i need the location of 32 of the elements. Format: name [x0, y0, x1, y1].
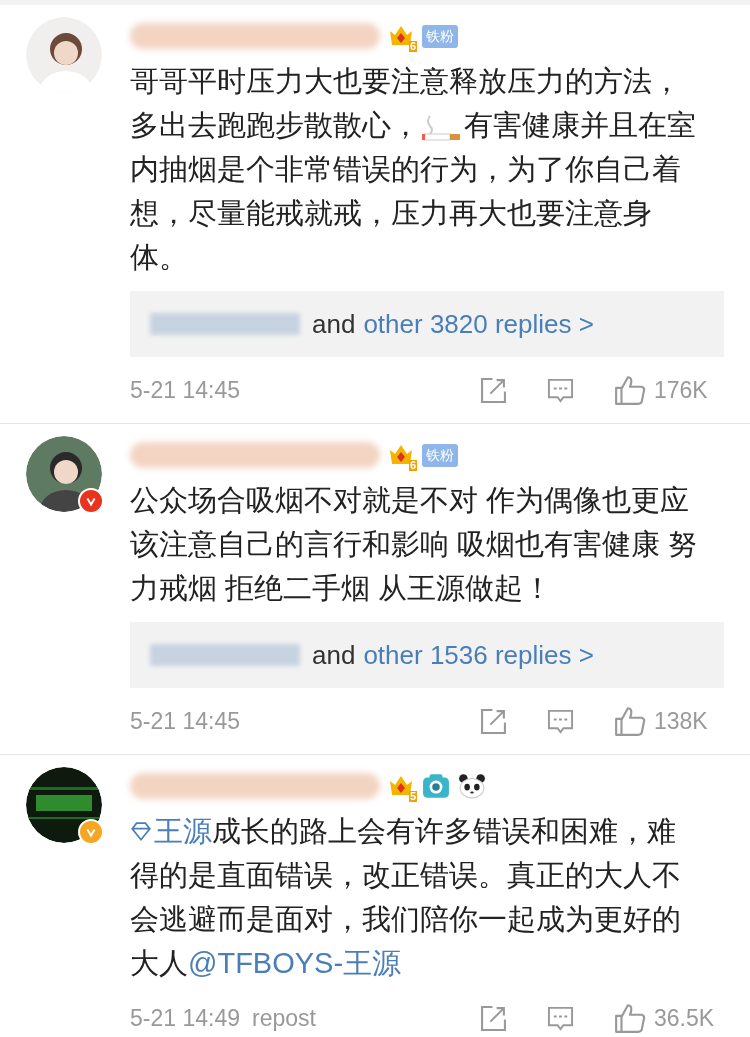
timestamp: 5-21 14:49: [130, 1003, 240, 1033]
fan-badge: 铁粉: [422, 24, 458, 48]
timestamp: 5-21 14:45: [130, 375, 240, 405]
timestamp: 5-21 14:45: [130, 706, 240, 736]
diamond-icon: [130, 821, 152, 843]
comment-text: 公众场合吸烟不对就是不对 作为偶像也更应该注意自己的言行和影响 吸烟也有害健康 努力戒烟 拒绝二手烟 从王源做起！: [130, 483, 699, 606]
share-icon[interactable]: [480, 376, 507, 404]
share-icon[interactable]: [480, 707, 507, 735]
comment-text: 哥哥平时压力大也要注意释放压力的方法，多出去跑跑步散散心， 有害健康并且在室内抽烟是个非常错误的行为，为了你自己着想，尽量能戒就戒，压力再大也要注意身体。: [130, 64, 697, 275]
panda-icon: [458, 772, 486, 800]
camera-icon: [422, 772, 450, 800]
replies-label: and: [312, 638, 356, 672]
source-label: repost: [252, 1003, 316, 1033]
replies-panel[interactable]: and other 3820 replies >: [130, 291, 724, 357]
comment-icon[interactable]: [547, 1004, 574, 1032]
comment-text: 王源成长的路上会有许多错误和困难，难得的是直面错误，改正错误。真正的大人不会逃避而是面对，我们陪你一起成为更好的大人@TFBOYS-王源: [130, 814, 682, 981]
replies-link[interactable]: other 3820 replies >: [363, 304, 594, 344]
comment-icon[interactable]: [547, 376, 574, 404]
replies-label: and: [312, 307, 356, 341]
share-icon[interactable]: [480, 1004, 507, 1032]
like-count: 138K: [654, 706, 709, 736]
comment-icon[interactable]: [547, 707, 574, 735]
like-count: 176K: [654, 375, 709, 405]
topic-link[interactable]: 王源: [130, 815, 212, 847]
mention-link[interactable]: @TFBOYS-王源: [188, 947, 402, 979]
replies-link[interactable]: other 1536 replies >: [363, 635, 594, 675]
like-icon[interactable]: [614, 705, 646, 737]
like-icon[interactable]: [614, 1002, 646, 1034]
fan-badge: 铁粉: [422, 443, 458, 467]
like-icon[interactable]: [614, 374, 646, 406]
like-count: 36.5K: [654, 1003, 716, 1033]
replies-panel[interactable]: and other 1536 replies >: [130, 622, 724, 688]
